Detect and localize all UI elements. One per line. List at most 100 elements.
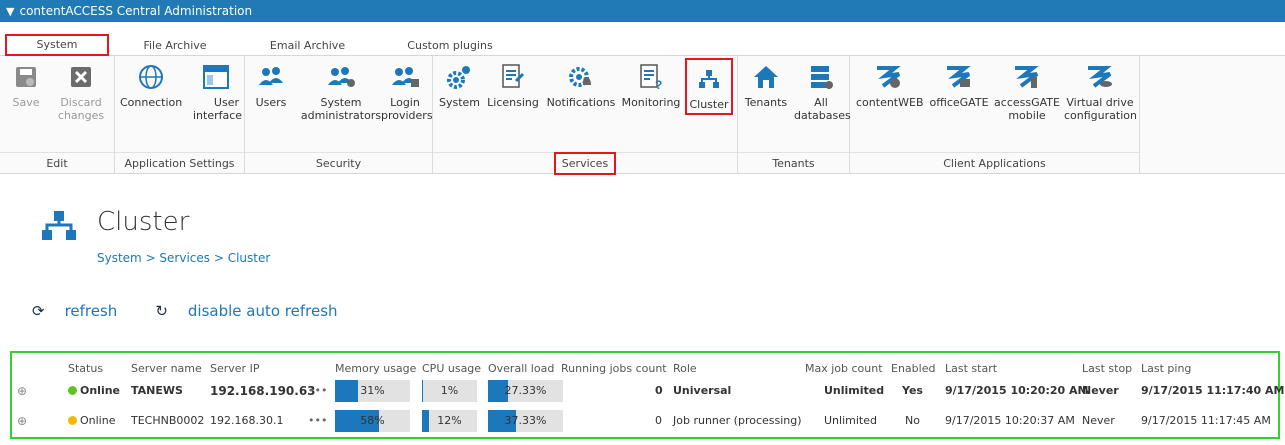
user-interface-button[interactable]: User interface xyxy=(193,60,242,122)
notifications-label: Notifications xyxy=(546,96,616,109)
virtual-drive-label-2: configuration xyxy=(1064,109,1137,122)
group-tenants: Tenants All databases Tenants xyxy=(738,56,851,174)
home-icon xyxy=(744,60,788,94)
services-system-button[interactable]: System xyxy=(439,60,480,109)
discard-changes-button[interactable]: Discard changes xyxy=(56,60,106,122)
header-last-start[interactable]: Last start xyxy=(945,362,997,375)
more-options-icon[interactable]: ••• xyxy=(308,380,327,402)
disable-auto-refresh-link[interactable]: ↻ disable auto refresh xyxy=(155,302,337,320)
page-actions: ⟳ refresh ↻ disable auto refresh xyxy=(32,302,376,320)
overall-load-text: 27.33% xyxy=(504,384,547,397)
tab-custom-plugins[interactable]: Custom plugins xyxy=(390,36,510,55)
system-administrators-label-2: administrators xyxy=(300,109,382,122)
officegate-button[interactable]: officeGATE xyxy=(928,60,990,109)
more-options-icon[interactable]: ••• xyxy=(308,410,327,432)
licensing-button[interactable]: Licensing xyxy=(487,60,539,109)
tab-email-archive[interactable]: Email Archive xyxy=(250,36,365,55)
group-label-tenants: Tenants xyxy=(738,152,849,174)
contentweb-button[interactable]: contentWEB xyxy=(856,60,924,109)
tenants-label: Tenants xyxy=(744,96,788,109)
header-status[interactable]: Status xyxy=(68,362,103,375)
expand-row-icon[interactable]: ⊕ xyxy=(17,380,27,402)
services-label-text: Services xyxy=(553,152,617,175)
group-label-security: Security xyxy=(245,152,432,174)
status-cell: Online xyxy=(68,380,120,402)
tab-file-archive[interactable]: File Archive xyxy=(120,36,230,55)
virtual-drive-configuration-button[interactable]: Virtual drive configuration xyxy=(1064,60,1137,122)
accessgate-icon xyxy=(994,60,1060,94)
group-security: Users System administrators Login provid… xyxy=(245,56,433,174)
header-running-jobs[interactable]: Running jobs count xyxy=(561,362,667,375)
header-last-stop[interactable]: Last stop xyxy=(1082,362,1132,375)
users-label: Users xyxy=(255,96,287,109)
header-enabled[interactable]: Enabled xyxy=(891,362,935,375)
group-label-client-applications: Client Applications xyxy=(850,152,1139,174)
group-client-applications: contentWEB officeGATE accessGATE mobile … xyxy=(850,56,1140,174)
enabled-cell: No xyxy=(905,414,920,427)
disable-refresh-icon: ↻ xyxy=(155,302,168,320)
header-server-name[interactable]: Server name xyxy=(131,362,202,375)
header-memory-usage[interactable]: Memory usage xyxy=(335,362,416,375)
status-text: Online xyxy=(80,414,116,427)
refresh-icon: ⟳ xyxy=(32,302,45,320)
officegate-icon xyxy=(928,60,990,94)
header-cpu-usage[interactable]: CPU usage xyxy=(422,362,481,375)
discard-icon xyxy=(56,60,106,94)
monitoring-icon: ? xyxy=(621,60,681,94)
running-jobs-cell: 0 xyxy=(655,384,663,397)
status-text: Online xyxy=(80,384,121,397)
cluster-icon xyxy=(687,62,731,96)
enabled-cell: Yes xyxy=(902,384,923,397)
server-ip-cell: 192.168.30.1 xyxy=(210,414,284,427)
tenants-button[interactable]: Tenants xyxy=(744,60,788,109)
last-start-cell: 9/17/2015 10:20:20 AM xyxy=(945,384,1089,397)
all-databases-label-1: All xyxy=(814,96,828,109)
users-button[interactable]: Users xyxy=(253,60,289,109)
refresh-link[interactable]: ⟳ refresh xyxy=(32,302,117,320)
table-row[interactable]: ⊕ Online TECHNB0002 192.168.30.1 ••• 58%… xyxy=(12,410,1278,432)
status-dot-icon xyxy=(68,416,77,425)
role-cell: Job runner (processing) xyxy=(673,414,802,427)
discard-label-2: changes xyxy=(57,109,105,122)
table-row[interactable]: ⊕ Online TANEWS 192.168.190.63 ••• 31% 1… xyxy=(12,380,1284,402)
memory-usage-bar: 31% xyxy=(335,380,410,402)
login-providers-button[interactable]: Login providers xyxy=(381,60,433,122)
contentweb-icon xyxy=(856,60,922,94)
header-server-ip[interactable]: Server IP xyxy=(210,362,259,375)
accessgate-mobile-button[interactable]: accessGATE mobile xyxy=(994,60,1060,122)
refresh-label: refresh xyxy=(64,302,118,320)
login-providers-label-1: Login xyxy=(390,96,420,109)
licensing-icon xyxy=(487,60,539,94)
window-icon xyxy=(193,60,239,94)
header-last-ping[interactable]: Last ping xyxy=(1141,362,1191,375)
database-icon xyxy=(794,60,848,94)
monitoring-button[interactable]: ? Monitoring xyxy=(621,60,681,109)
connection-label: Connection xyxy=(120,96,183,109)
cluster-button[interactable]: Cluster xyxy=(685,58,733,115)
cluster-label: Cluster xyxy=(689,98,729,111)
tab-system[interactable]: System xyxy=(5,34,109,56)
header-role[interactable]: Role xyxy=(673,362,697,375)
connection-button[interactable]: Connection xyxy=(120,60,182,109)
group-application-settings: Connection User interface Application Se… xyxy=(115,56,245,174)
save-button[interactable]: Save xyxy=(8,60,44,109)
header-max-job-count[interactable]: Max job count xyxy=(805,362,883,375)
ribbon-tabs: System File Archive Email Archive Custom… xyxy=(0,34,1285,56)
page-cluster-icon xyxy=(40,210,78,245)
breadcrumb[interactable]: System > Services > Cluster xyxy=(97,251,270,265)
header-overall-load[interactable]: Overall load xyxy=(488,362,554,375)
save-label: Save xyxy=(12,96,40,109)
notifications-button[interactable]: Notifications xyxy=(545,60,617,109)
system-administrators-button[interactable]: System administrators xyxy=(300,60,382,122)
expand-row-icon[interactable]: ⊕ xyxy=(17,410,27,432)
last-ping-cell: 9/17/2015 11:17:40 AM xyxy=(1141,384,1285,397)
login-providers-label-2: providers xyxy=(381,109,433,122)
notifications-icon xyxy=(545,60,617,94)
status-cell: Online xyxy=(68,410,115,432)
memory-usage-text: 58% xyxy=(360,414,385,427)
page-title: Cluster xyxy=(97,207,190,237)
app-logo-icon: ▼ xyxy=(6,4,15,18)
all-databases-button[interactable]: All databases xyxy=(794,60,851,122)
discard-label-1: Discard xyxy=(60,96,102,109)
group-label-services: Services xyxy=(433,152,737,175)
